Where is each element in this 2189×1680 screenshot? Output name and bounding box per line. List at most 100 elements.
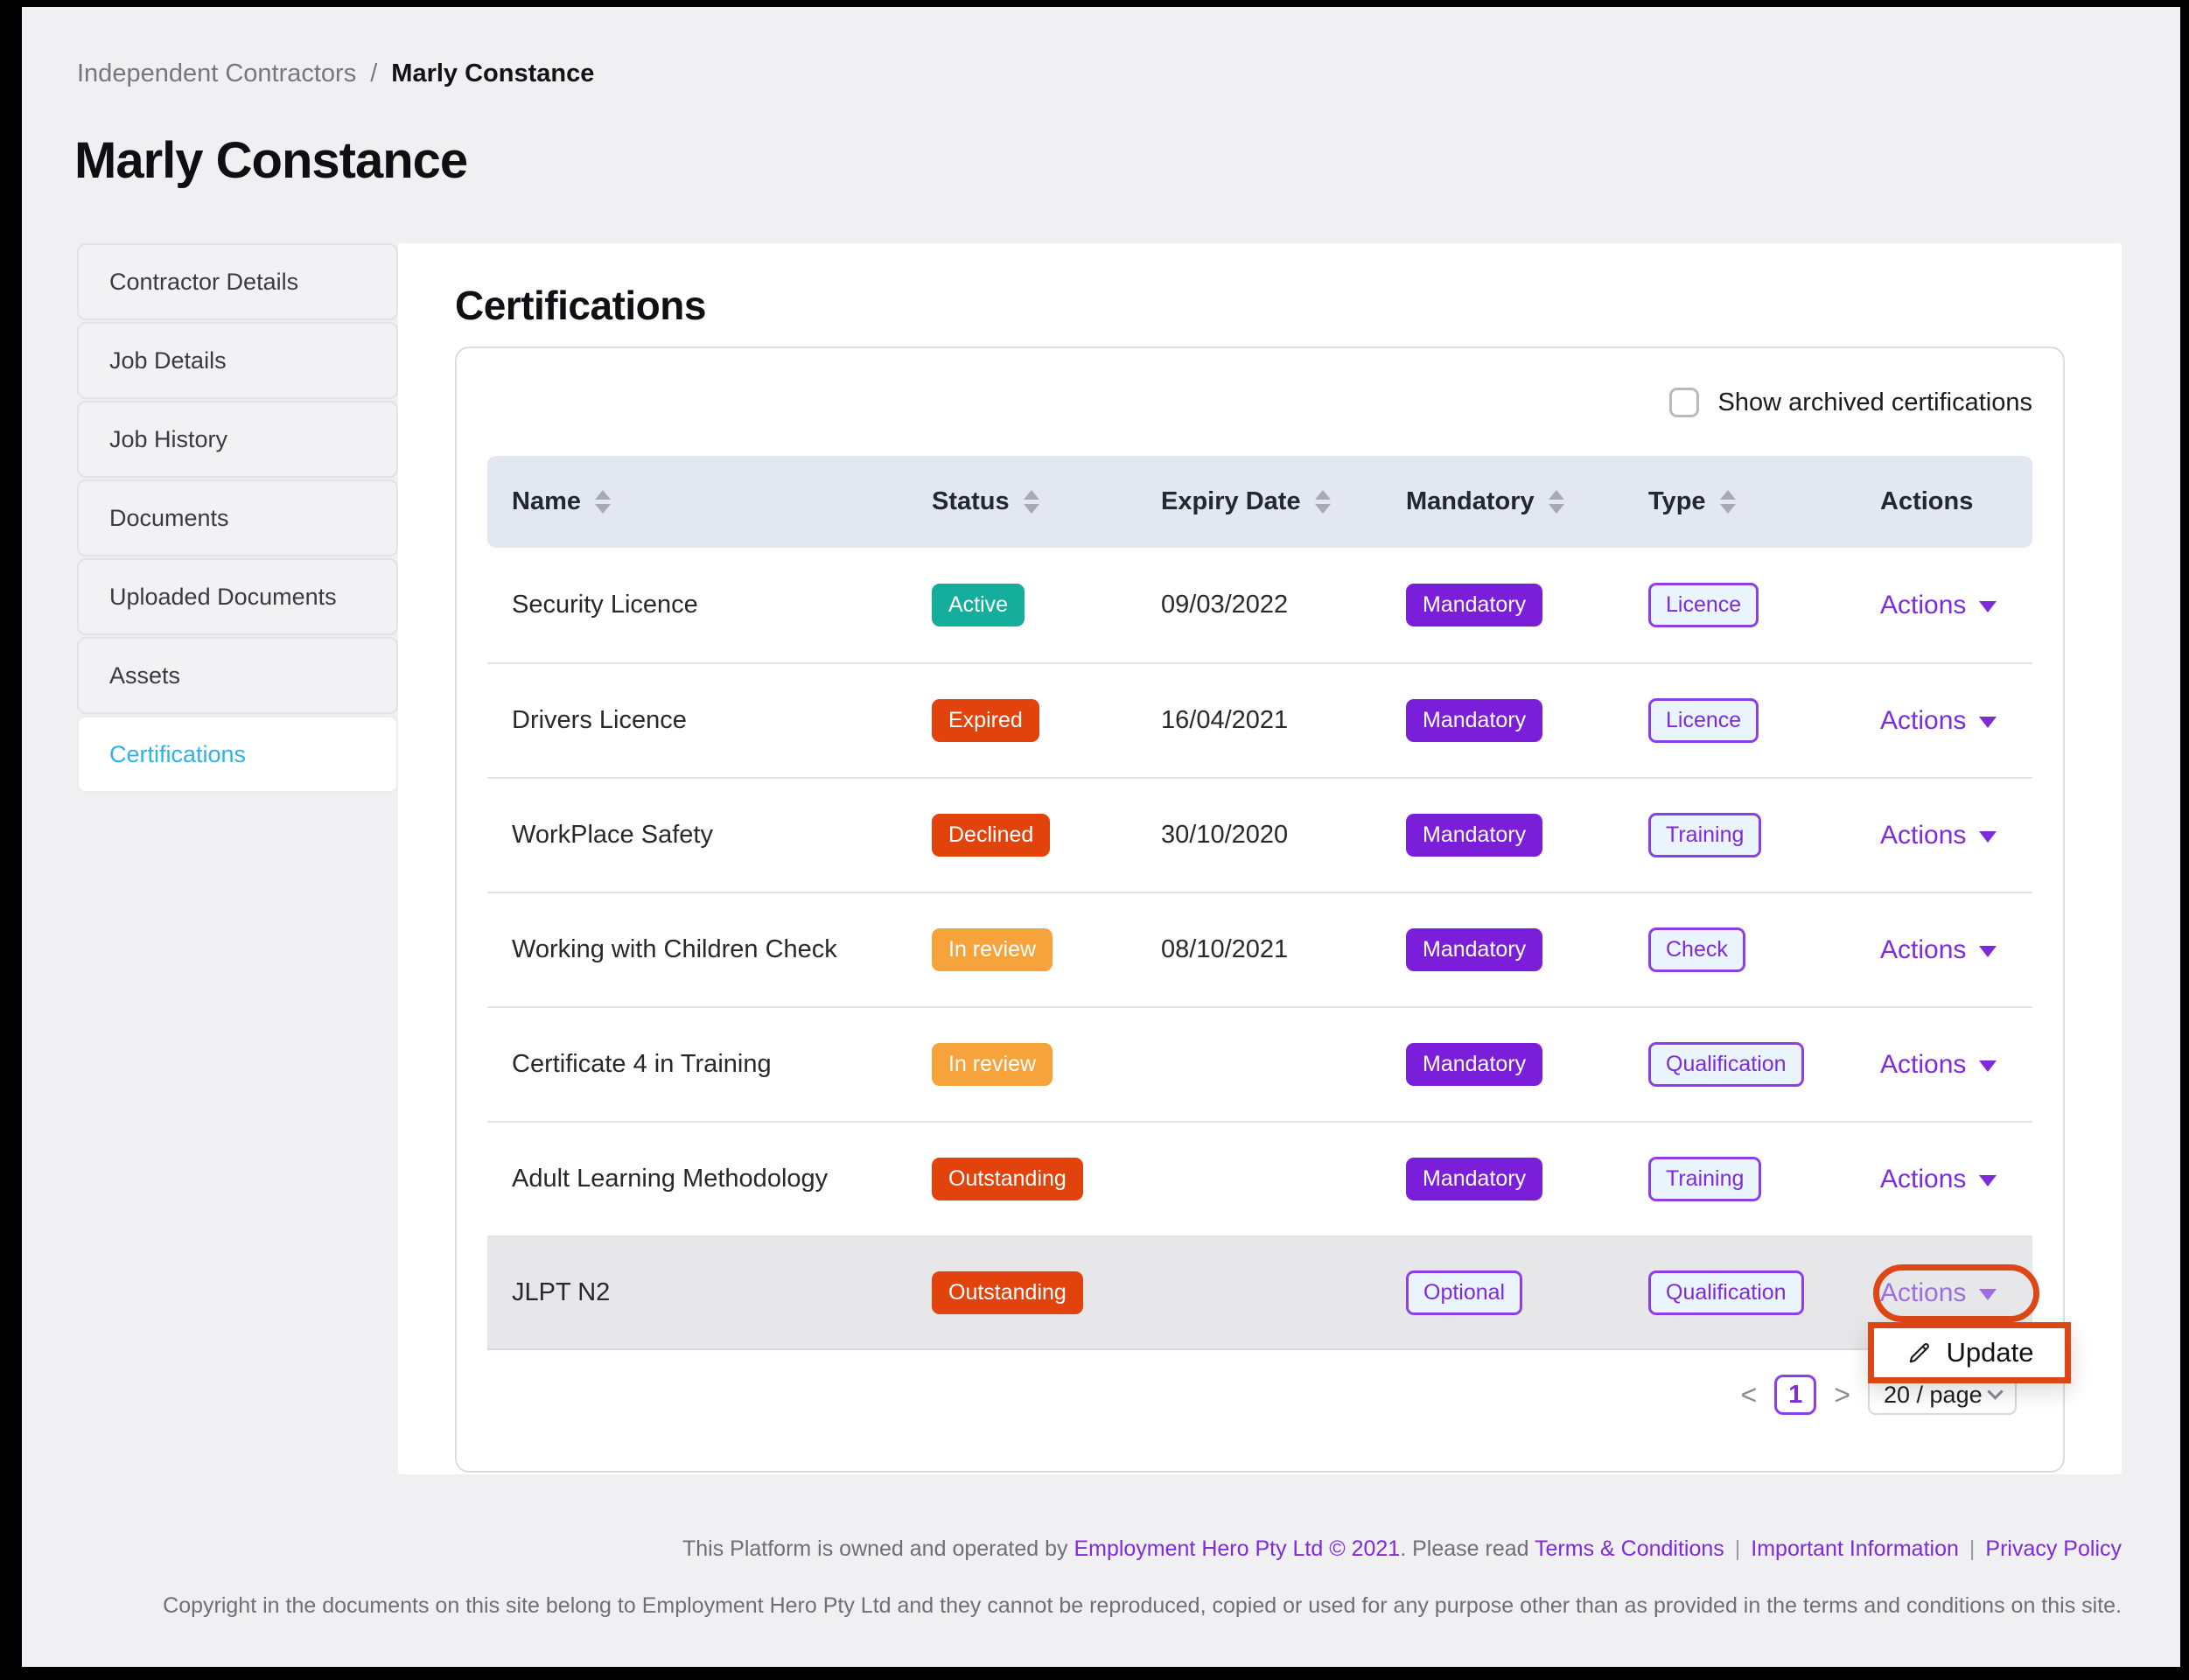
mandatory-badge: Mandatory — [1406, 814, 1542, 857]
cell-status: In review — [932, 1043, 1161, 1086]
status-badge: Expired — [932, 699, 1039, 742]
footer-separator: | — [1969, 1536, 1976, 1561]
actions-button[interactable]: Actions — [1880, 1165, 1997, 1194]
expiry-date: 16/04/2021 — [1161, 706, 1288, 734]
certification-name: JLPT N2 — [512, 1278, 610, 1306]
actions-dropdown-menu: Update — [1868, 1322, 2071, 1383]
certification-name: Security Licence — [512, 591, 698, 619]
sidebar: Contractor Details Job Details Job History… — [77, 243, 398, 794]
show-archived-checkbox[interactable] — [1669, 388, 1699, 417]
status-badge: Active — [932, 584, 1025, 626]
column-label: Type — [1648, 487, 1706, 516]
actions-button[interactable]: Actions — [1880, 1050, 1997, 1080]
cell-name: Drivers Licence — [512, 706, 932, 735]
cell-name: Working with Children Check — [512, 935, 932, 964]
type-badge: Qualification — [1648, 1042, 1804, 1087]
cell-mandatory: Mandatory — [1406, 584, 1648, 626]
actions-label: Actions — [1880, 935, 1966, 965]
footer-link-important-information[interactable]: Important Information — [1751, 1536, 1959, 1561]
sidebar-item-job-history[interactable]: Job History — [77, 401, 398, 478]
sort-down-icon — [595, 504, 611, 514]
actions-button[interactable]: Actions — [1880, 706, 1997, 736]
footer-link-employment-hero-pty-ltd-2021[interactable]: Employment Hero Pty Ltd © 2021 — [1074, 1536, 1400, 1561]
type-badge: Training — [1648, 813, 1761, 858]
cell-status: Active — [932, 584, 1161, 626]
table-body: Security Licence Active 09/03/2022 Mandator… — [487, 548, 2032, 1350]
table-row: Working with Children CheckIn review08/1… — [487, 892, 2032, 1006]
next-page-button[interactable]: > — [1834, 1381, 1850, 1409]
pencil-icon — [1906, 1340, 1933, 1367]
actions-button[interactable]: Actions — [1880, 935, 1997, 965]
column-header-expiry-date[interactable]: Expiry Date — [1161, 487, 1406, 516]
mandatory-badge: Mandatory — [1406, 1043, 1542, 1086]
show-archived-label: Show archived certifications — [1718, 388, 2032, 417]
footer-link-terms-conditions[interactable]: Terms & Conditions — [1535, 1536, 1724, 1561]
actions-button[interactable]: Actions — [1880, 1278, 1997, 1308]
column-header-status[interactable]: Status — [932, 487, 1161, 516]
mandatory-badge: Mandatory — [1406, 584, 1542, 626]
menu-item-update[interactable]: Update — [1874, 1328, 2065, 1377]
mandatory-badge: Mandatory — [1406, 1158, 1542, 1200]
actions-label: Actions — [1880, 1050, 1966, 1080]
column-label: Status — [932, 487, 1010, 516]
cell-name: JLPT N2 — [512, 1278, 932, 1307]
type-badge: Check — [1648, 928, 1745, 972]
sort-up-icon — [595, 490, 611, 500]
cell-status: In review — [932, 928, 1161, 971]
expiry-date: 08/10/2021 — [1161, 935, 1288, 963]
sort-icon[interactable] — [1549, 490, 1564, 514]
actions-button[interactable]: Actions — [1880, 591, 1997, 620]
sidebar-item-label: Job History — [109, 426, 227, 453]
column-header-type[interactable]: Type — [1648, 487, 1880, 516]
sidebar-item-contractor-details[interactable]: Contractor Details — [77, 243, 398, 320]
actions-button[interactable]: Actions — [1880, 821, 1997, 850]
sidebar-item-label: Uploaded Documents — [109, 584, 337, 611]
column-header-name[interactable]: Name — [512, 487, 932, 516]
breadcrumb-current: Marly Constance — [391, 60, 594, 88]
mandatory-badge: Optional — [1406, 1270, 1522, 1315]
sidebar-item-uploaded-documents[interactable]: Uploaded Documents — [77, 558, 398, 635]
column-header-mandatory[interactable]: Mandatory — [1406, 487, 1648, 516]
cell-type: Qualification — [1648, 1042, 1880, 1087]
sidebar-item-label: Job Details — [109, 347, 227, 374]
show-archived-row: Show archived certifications — [487, 388, 2032, 417]
certifications-panel: Certifications Show archived certificati… — [398, 243, 2122, 1474]
caret-down-icon — [1979, 717, 1997, 728]
cell-actions: Actions — [1880, 1278, 2008, 1308]
sidebar-item-job-details[interactable]: Job Details — [77, 322, 398, 399]
expiry-date: 30/10/2020 — [1161, 821, 1288, 849]
pagination: < 1 > 20 / page — [487, 1375, 2017, 1415]
cell-name: Adult Learning Methodology — [512, 1165, 932, 1194]
cell-expiry-date: 16/04/2021 — [1161, 706, 1406, 735]
cell-status: Expired — [932, 699, 1161, 742]
cell-type: Qualification — [1648, 1270, 1880, 1315]
content: Contractor Details Job Details Job History… — [77, 243, 2122, 1474]
footer-text: This Platform is owned and operated by — [682, 1536, 1074, 1561]
sort-icon[interactable] — [1315, 490, 1331, 514]
cell-type: Licence — [1648, 583, 1880, 627]
cell-mandatory: Mandatory — [1406, 814, 1648, 857]
column-header-actions: Actions — [1880, 487, 2008, 516]
cell-mandatory: Mandatory — [1406, 699, 1648, 742]
breadcrumb-parent-link[interactable]: Independent Contractors — [77, 60, 356, 88]
footer-line1: This Platform is owned and operated by E… — [77, 1536, 2122, 1562]
caret-down-icon — [1979, 831, 1997, 843]
footer-link-privacy-policy[interactable]: Privacy Policy — [1985, 1536, 2122, 1561]
sidebar-item-assets[interactable]: Assets — [77, 637, 398, 714]
table-row: Certificate 4 in TrainingIn review Mandat… — [487, 1006, 2032, 1121]
sort-icon[interactable] — [1024, 490, 1039, 514]
certification-name: Drivers Licence — [512, 706, 687, 734]
type-badge: Licence — [1648, 583, 1759, 627]
sort-icon[interactable] — [595, 490, 611, 514]
prev-page-button[interactable]: < — [1741, 1381, 1758, 1409]
cell-name: Certificate 4 in Training — [512, 1050, 932, 1079]
sidebar-item-documents[interactable]: Documents — [77, 480, 398, 556]
breadcrumb-separator: / — [370, 60, 377, 88]
current-page-button[interactable]: 1 — [1774, 1375, 1816, 1415]
cell-expiry-date: 08/10/2021 — [1161, 935, 1406, 964]
sort-icon[interactable] — [1720, 490, 1736, 514]
sort-up-icon — [1549, 490, 1564, 500]
sidebar-item-certifications[interactable]: Certifications — [77, 716, 398, 793]
expiry-date: 09/03/2022 — [1161, 591, 1288, 619]
sort-up-icon — [1315, 490, 1331, 500]
